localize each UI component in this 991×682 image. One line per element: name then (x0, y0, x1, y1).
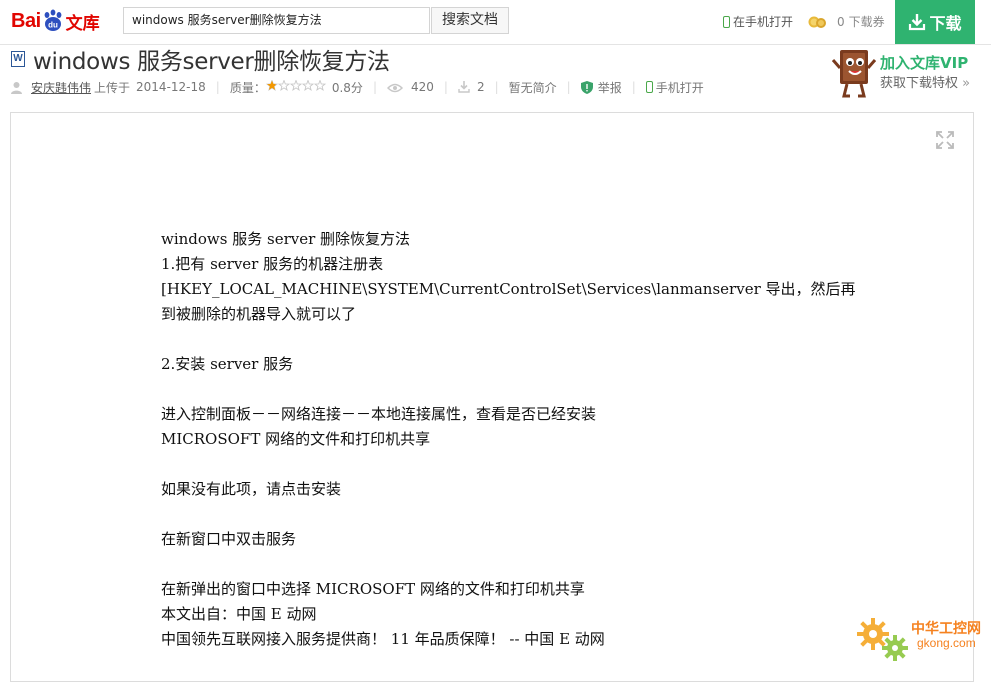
shield-icon (580, 80, 593, 94)
doc-line (161, 377, 861, 402)
doc-line: MICROSOFT 网络的文件和打印机共享 (161, 430, 431, 448)
coupon-count: 0 (837, 14, 845, 29)
quality-score: 0.8分 (331, 80, 363, 95)
doc-meta: 安庆韪伟伟 上传于 2014-12-18 | 质量： 0.8分 | 420 | (10, 79, 704, 95)
download-button[interactable]: 下载 (895, 0, 975, 44)
doc-line: [HKEY_LOCAL_MACHINE\SYSTEM\CurrentContro… (161, 280, 856, 298)
divider: | (372, 80, 377, 94)
open-on-phone-link[interactable]: 在手机打开 (723, 13, 793, 30)
quality-label: 质量： (229, 80, 266, 95)
divider: | (566, 80, 571, 94)
doc-line: 在新弹出的窗口中选择 MICROSOFT 网络的文件和打印机共享 (161, 580, 585, 598)
user-icon (10, 81, 23, 94)
download-count-icon (458, 81, 470, 93)
watermark-domain: gkong.com (917, 636, 976, 650)
paw-icon: du (42, 9, 64, 33)
doc-line: 到被删除的机器导入就可以了 (161, 305, 357, 323)
book-mascot-icon (831, 46, 877, 100)
search-button[interactable]: 搜索文档 (431, 7, 509, 34)
star-filled (266, 80, 276, 90)
star-outline (313, 79, 327, 91)
doc-line: 中国领先互联网接入服务提供商！ 11 年品质保障！ -- 中国 E 动网 (161, 630, 605, 648)
page-title: windows 服务server删除恢复方法 (33, 49, 390, 75)
download-coupon[interactable]: 0 下载券 (808, 13, 885, 30)
open-on-phone-label: 在手机打开 (733, 15, 794, 29)
word-doc-icon: W (11, 51, 25, 67)
author-link[interactable]: 安庆韪伟伟 (31, 79, 91, 96)
phone-icon (645, 81, 653, 93)
doc-line: 在新窗口中双击服务 (161, 530, 297, 548)
document-body: windows 服务 server 删除恢复方法 1.把有 server 服务的… (161, 227, 861, 652)
baidu-wenku-logo[interactable]: Bai du 文库 (11, 5, 100, 37)
phone-icon (723, 15, 730, 28)
view-count: 420 (410, 80, 434, 94)
logo-du-text: du (48, 21, 58, 30)
download-count: 2 (476, 80, 485, 94)
doc-line: windows 服务 server 删除恢复方法 (161, 230, 411, 248)
download-icon (908, 13, 926, 31)
doc-line: 本文出自：中国 E 动网 (161, 605, 317, 623)
title-row: W windows 服务server删除恢复方法 (11, 44, 390, 75)
report-link[interactable]: 举报 (580, 79, 622, 96)
uploaded-label: 上传于 (94, 80, 131, 95)
phone-open-label: 手机打开 (655, 80, 704, 95)
logo-bai-text: Bai (11, 9, 41, 32)
gear-icon (855, 614, 915, 670)
vip-title: 加入文库VIP (880, 54, 969, 72)
upload-date: 2014-12-18 (136, 80, 206, 94)
fullscreen-icon[interactable] (936, 131, 954, 149)
divider: | (631, 80, 636, 94)
doc-line: 2.安装 server 服务 (161, 355, 294, 373)
star-outline (289, 79, 303, 91)
doc-line: 1.把有 server 服务的机器注册表 (161, 255, 384, 273)
rating-stars (265, 79, 332, 94)
phone-open-link[interactable]: 手机打开 (645, 79, 704, 96)
doc-line (161, 452, 861, 477)
coins-icon (808, 15, 828, 29)
report-label: 举报 (597, 80, 622, 95)
watermark-title: 中华工控网 (911, 621, 981, 637)
logo-wenku-text: 文库 (65, 13, 100, 34)
search-input[interactable]: windows 服务server删除恢复方法 (123, 7, 430, 34)
coupon-label: 下载券 (848, 15, 885, 29)
vip-subtitle-text: 获取下载特权 (880, 76, 959, 91)
divider: | (215, 80, 220, 94)
no-summary-label: 暂无简介 (508, 80, 557, 95)
vip-subtitle: 获取下载特权 » (880, 72, 970, 91)
doc-line: 如果没有此项，请点击安装 (161, 480, 342, 498)
vip-promo[interactable]: 加入文库VIP 获取下载特权 » (830, 46, 980, 100)
document-page: windows 服务 server 删除恢复方法 1.把有 server 服务的… (10, 112, 974, 682)
gkong-watermark: 中华工控网 gkong.com (855, 610, 991, 670)
doc-line (161, 502, 861, 527)
double-chevron-right-icon: » (962, 76, 971, 91)
doc-line: 进入控制面板－－网络连接－－本地连接属性，查看是否已经安装 (161, 405, 597, 423)
download-label: 下载 (929, 14, 962, 33)
divider: | (494, 80, 499, 94)
doc-line (161, 552, 861, 577)
top-bar: Bai du 文库 windows 服务server删除恢复方法 搜索文档 在手… (0, 0, 991, 45)
eye-icon (386, 82, 404, 93)
divider: | (443, 80, 448, 94)
star-outline (301, 79, 315, 91)
doc-line (161, 327, 861, 352)
star-outline (277, 79, 291, 91)
